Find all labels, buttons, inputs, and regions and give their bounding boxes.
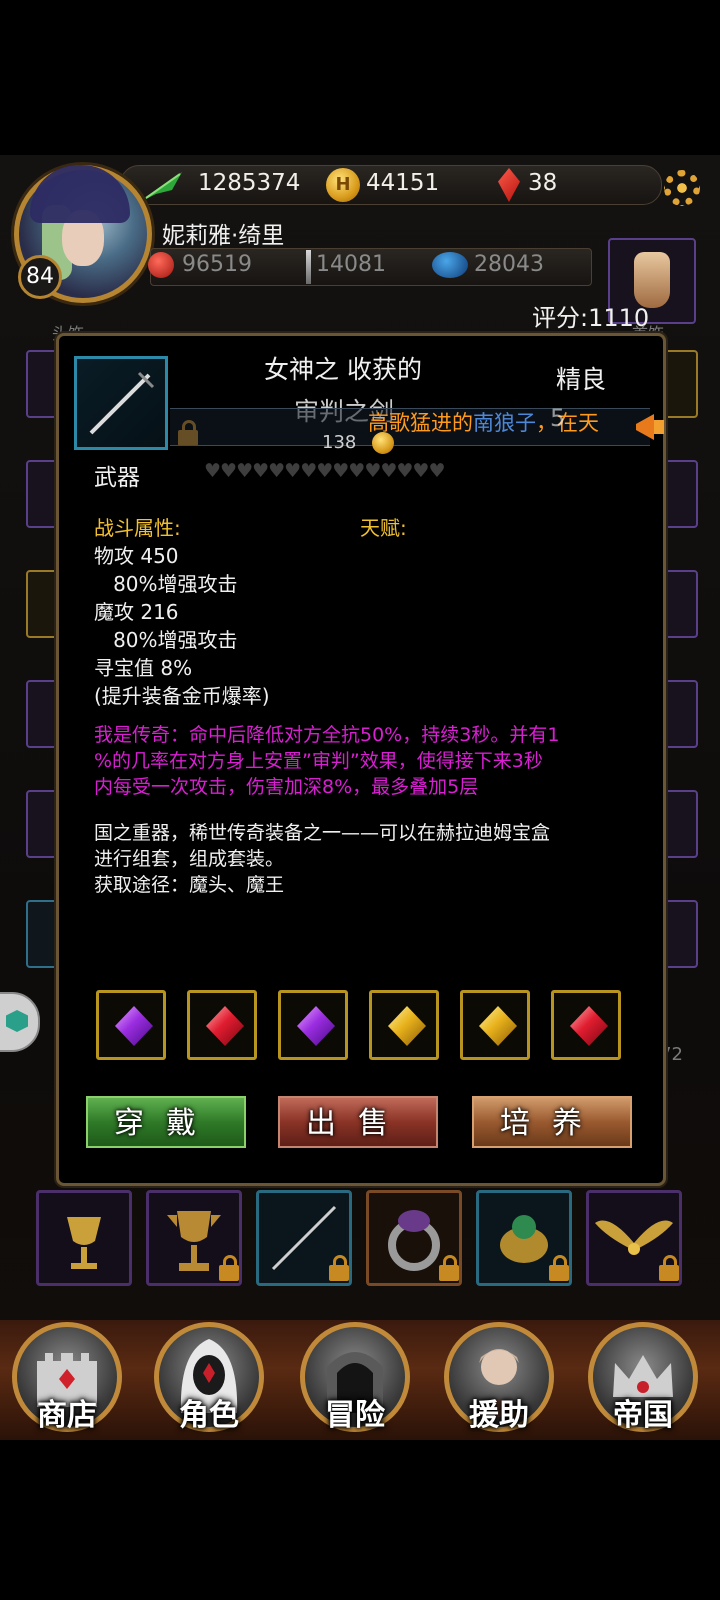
nav-empire-label: 帝国: [613, 1398, 673, 1433]
mana-pot-icon: [432, 252, 468, 278]
combat-attr-label: 战斗属性:: [94, 516, 181, 540]
hp-value: 96519: [182, 252, 252, 277]
item-price: 138: [322, 432, 357, 453]
gem-socket-3[interactable]: [278, 990, 348, 1060]
durability-hearts: ♥♥♥♥♥♥♥♥♥♥♥♥♥♥♥: [204, 460, 445, 482]
legend-effect-line: %的几率在对方身上安置”审判”效果，使得接下来3秒: [94, 750, 543, 772]
description-line: 获取途径：魔头、魔王: [94, 874, 285, 896]
exp-value: 1285374: [198, 170, 301, 196]
lock-icon: [439, 1255, 459, 1281]
nav-shop-label: 商店: [37, 1398, 97, 1433]
gem-socket-4[interactable]: [369, 990, 439, 1060]
purple-gem-icon: [115, 1006, 153, 1046]
attr-line: 寻宝值 8%: [94, 656, 193, 680]
dagger-attack-icon: [306, 250, 311, 284]
description-line: 国之重器，稀世传奇装备之一——可以在赫拉迪姆宝盒: [94, 822, 551, 844]
nav-adventure-label: 冒险: [325, 1398, 385, 1433]
gem-socket-1[interactable]: [96, 990, 166, 1060]
attr-line: 魔攻 216: [94, 600, 179, 624]
item-name-line1: 女神之 收获的: [264, 355, 422, 384]
attack-value: 14081: [316, 252, 386, 277]
item-quality: 精良: [556, 365, 607, 394]
gem-socket-2[interactable]: [187, 990, 257, 1060]
chalice-icon: [67, 1217, 101, 1269]
ticker-overlap-text: 5: [550, 404, 566, 432]
lock-icon: [659, 1255, 679, 1281]
yellow-gem-icon: [479, 1006, 517, 1046]
description-line: 进行组套，组成套装。: [94, 848, 285, 870]
inventory-slot-6[interactable]: [586, 1190, 682, 1286]
lock-icon: [549, 1255, 569, 1281]
mana-value: 28043: [474, 252, 544, 277]
megaphone-icon[interactable]: [634, 412, 668, 442]
item-category: 武器: [94, 465, 140, 491]
talent-label: 天赋:: [360, 516, 407, 540]
equip-button[interactable]: 穿戴: [86, 1096, 246, 1148]
level-badge: 84: [18, 255, 62, 299]
gem-socket-6[interactable]: [551, 990, 621, 1060]
settings-gear-icon[interactable]: [664, 170, 700, 206]
item-icon-frame: [74, 356, 168, 450]
ticker-player-name: 南狼子: [473, 411, 536, 435]
attr-line: 物攻 450: [94, 544, 179, 568]
attr-line: 80%增强攻击: [94, 628, 238, 652]
attr-line: 80%增强攻击: [94, 572, 238, 596]
attr-line: (提升装备金币爆率): [94, 684, 270, 708]
gem-socket-5[interactable]: [460, 990, 530, 1060]
feather-icon: [144, 172, 182, 200]
cultivate-button[interactable]: 培养: [472, 1096, 632, 1148]
legend-effect-line: 我是传奇：命中后降低对方全抗50%，持续3秒。并有1: [94, 724, 560, 746]
ticker-suffix: ，在天: [536, 411, 599, 435]
gold-coin-icon: H: [326, 168, 360, 202]
yellow-gem-icon: [388, 1006, 426, 1046]
red-gem-icon: [206, 1006, 244, 1046]
purple-gem-icon: [297, 1006, 335, 1046]
hero-name: 妮莉雅·绮里: [162, 223, 285, 249]
legend-effect-line: 内每受一次攻击，伤害加深8%，最多叠加5层: [94, 776, 479, 798]
inventory-slot-1[interactable]: [36, 1190, 132, 1286]
price-coin-icon: [372, 432, 394, 454]
sell-button[interactable]: 出售: [278, 1096, 438, 1148]
apple-hp-icon: [148, 252, 174, 278]
inventory-slot-4[interactable]: [366, 1190, 462, 1286]
nav-character-label: 角色: [179, 1398, 239, 1433]
inventory-slot-2[interactable]: [146, 1190, 242, 1286]
lock-icon: [219, 1255, 239, 1281]
sword-icon: [89, 371, 155, 435]
inventory-slot-3[interactable]: [256, 1190, 352, 1286]
nav-assist-label: 援助: [469, 1398, 529, 1433]
gold-value: 44151: [366, 170, 440, 196]
inventory-slot-5[interactable]: [476, 1190, 572, 1286]
lock-icon: [329, 1255, 349, 1281]
cube-icon: [6, 1010, 28, 1032]
gem-value: 38: [528, 170, 558, 196]
red-gem-icon: [570, 1006, 608, 1046]
